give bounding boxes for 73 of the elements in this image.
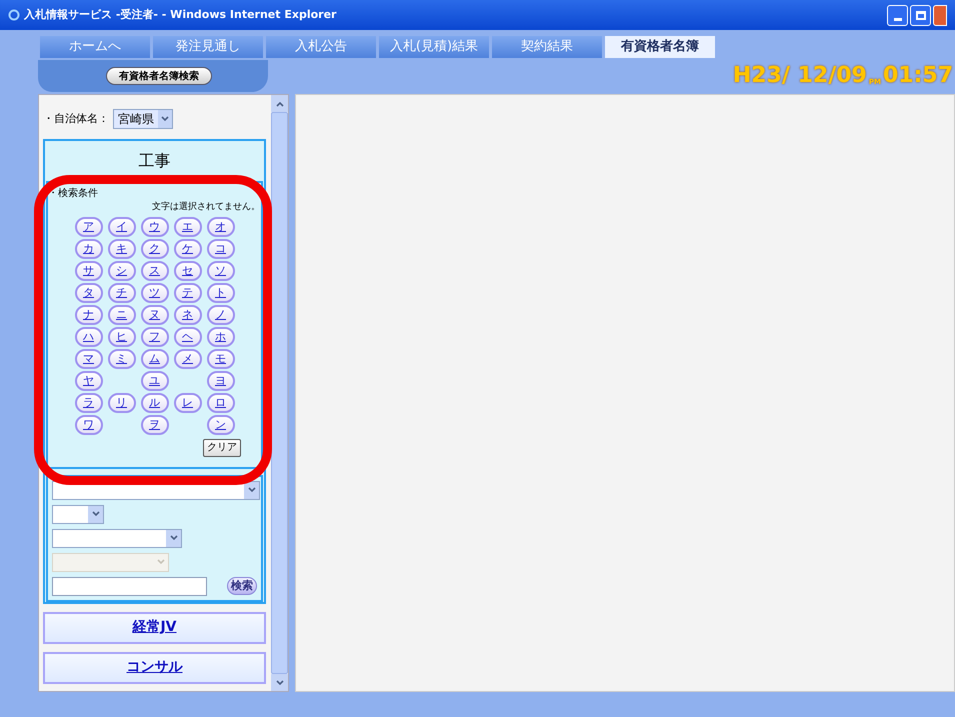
kana-key[interactable]: レ	[174, 392, 202, 412]
kana-key[interactable]: ネ	[174, 304, 202, 324]
kana-key[interactable]: ヤ	[74, 370, 102, 390]
kana-key[interactable]: メ	[174, 348, 202, 368]
kana-key[interactable]: ム	[140, 348, 168, 368]
municipality-dropdown[interactable]: 宮崎県	[113, 109, 173, 129]
scroll-up-button[interactable]	[271, 95, 288, 112]
scroll-down-button[interactable]	[271, 674, 288, 691]
kana-key[interactable]: マ	[74, 348, 102, 368]
kana-key[interactable]: ミ	[108, 348, 136, 368]
kana-key[interactable]: ヌ	[140, 304, 168, 324]
kana-key[interactable]: ノ	[206, 304, 234, 324]
kana-key[interactable]: ロ	[206, 392, 234, 412]
selection-status: 文字は選択されてません。	[151, 201, 261, 214]
clear-button[interactable]: クリア	[203, 438, 241, 456]
clock-date: H23/ 12/09	[732, 65, 867, 87]
kana-key[interactable]: カ	[74, 238, 102, 258]
kana-key[interactable]: イ	[108, 216, 136, 236]
kana-key[interactable]: タ	[74, 282, 102, 302]
search-field[interactable]	[52, 576, 207, 596]
kana-key[interactable]: ホ	[206, 326, 234, 346]
kana-key[interactable]: オ	[206, 216, 234, 236]
kana-key[interactable]: ア	[74, 216, 102, 236]
search-button[interactable]: 検索	[227, 576, 257, 596]
kana-key[interactable]: セ	[174, 260, 202, 280]
kana-key[interactable]: ケ	[174, 238, 202, 258]
municipality-label: ・自治体名：	[43, 110, 109, 127]
kana-key[interactable]: シ	[108, 260, 136, 280]
kana-key[interactable]: リ	[108, 392, 136, 412]
kana-key[interactable]: コ	[206, 238, 234, 258]
kana-key[interactable]: ル	[140, 392, 168, 412]
kana-key[interactable]: モ	[206, 348, 234, 368]
kana-key[interactable]: ツ	[140, 282, 168, 302]
kana-key[interactable]: チ	[108, 282, 136, 302]
kana-key[interactable]: ソ	[206, 260, 234, 280]
dropdown[interactable]	[52, 504, 104, 524]
kana-key[interactable]: ニ	[108, 304, 136, 324]
kana-key[interactable]: ウ	[140, 216, 168, 236]
kana-key[interactable]: テ	[174, 282, 202, 302]
section-header[interactable]: コンサル	[43, 652, 266, 684]
kana-key[interactable]: ナ	[74, 304, 102, 324]
kana-key[interactable]: ヲ	[140, 414, 168, 434]
kana-key[interactable]: ワ	[74, 414, 102, 434]
window-title: 入札情報サービス -受注者- - Windows Internet Explorer	[24, 6, 336, 23]
maximize-button[interactable]	[910, 4, 931, 26]
kana-key[interactable]: ト	[206, 282, 234, 302]
kana-key[interactable]: ユ	[140, 370, 168, 390]
kana-key[interactable]: サ	[74, 260, 102, 280]
clock-time: 01:57	[882, 65, 953, 87]
criteria-label: ・検索条件	[48, 186, 99, 201]
minimize-button[interactable]	[887, 4, 908, 26]
kana-key[interactable]: フ	[140, 326, 168, 346]
dropdown[interactable]	[52, 528, 182, 548]
kana-key[interactable]: ヨ	[206, 370, 234, 390]
kana-key[interactable]: ヒ	[108, 326, 136, 346]
kana-key[interactable]: キ	[108, 238, 136, 258]
kana-key[interactable]: ラ	[74, 392, 102, 412]
nav-tab[interactable]: 有資格者名簿	[605, 36, 715, 58]
kana-key[interactable]: エ	[174, 216, 202, 236]
caret-icon	[158, 110, 172, 128]
kana-key[interactable]: ハ	[74, 326, 102, 346]
browser-icon	[8, 9, 20, 21]
section-title: 工事	[138, 150, 172, 172]
kana-key[interactable]: ス	[140, 260, 168, 280]
close-button[interactable]	[933, 4, 947, 26]
caret-icon	[88, 506, 103, 522]
kana-key[interactable]: ン	[206, 414, 234, 434]
caret-icon	[166, 530, 181, 546]
kana-key[interactable]: ヘ	[174, 326, 202, 346]
caret-icon	[244, 482, 259, 498]
section-header[interactable]: 経常JV	[43, 612, 266, 644]
subnav-tab[interactable]: 有資格者名簿検索	[106, 67, 212, 85]
kana-key[interactable]: ク	[140, 238, 168, 258]
